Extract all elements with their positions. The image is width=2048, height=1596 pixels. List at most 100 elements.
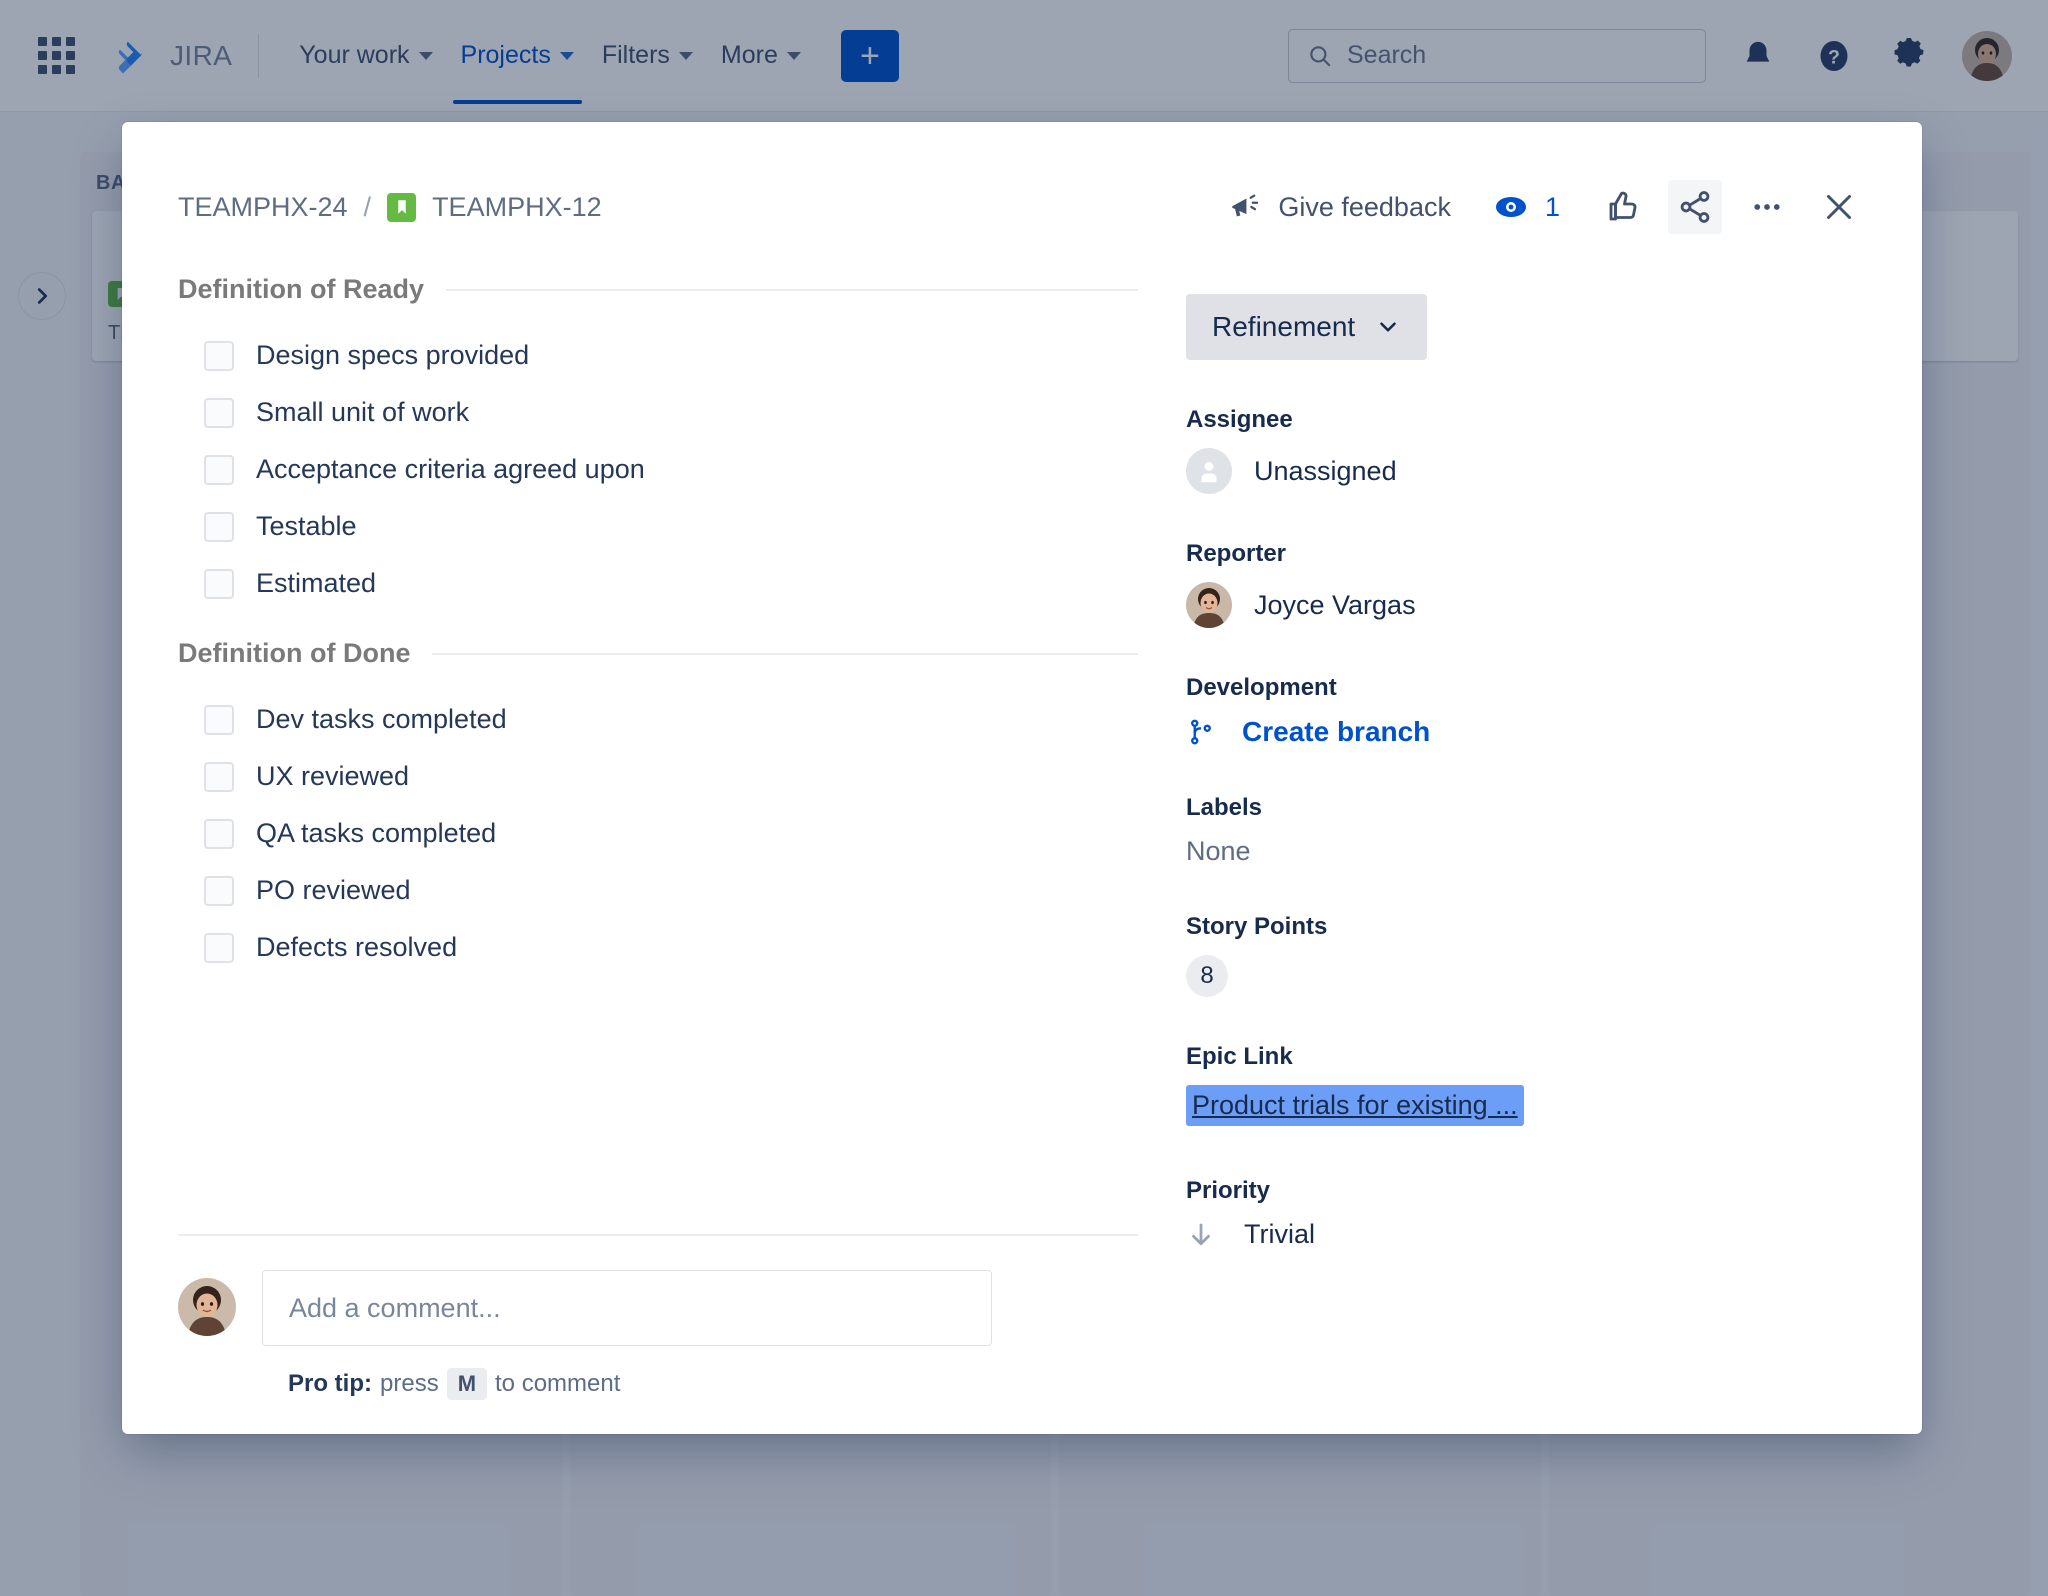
- issue-detail-modal: TEAMPHX-24 / TEAMPHX-12 Give feedback 1 …: [122, 122, 1922, 1434]
- checklist-item[interactable]: Estimated: [178, 555, 1138, 612]
- megaphone-icon: [1232, 194, 1259, 217]
- field-label: Development: [1186, 674, 1337, 701]
- checkbox[interactable]: [204, 704, 234, 735]
- checklist-item[interactable]: Dev tasks completed: [178, 691, 1138, 748]
- checkbox[interactable]: [204, 340, 234, 371]
- checklist-item[interactable]: Testable: [178, 498, 1138, 555]
- comment-divider: [178, 1234, 1138, 1236]
- story-icon: [387, 192, 417, 222]
- assignee-name: Unassigned: [1254, 455, 1397, 486]
- development-value: Create branch: [1186, 716, 1866, 748]
- give-feedback-button[interactable]: Give feedback: [1228, 190, 1451, 224]
- reporter-value[interactable]: Joyce Vargas: [1186, 582, 1866, 628]
- checklist-item[interactable]: UX reviewed: [178, 748, 1138, 805]
- checklist-item-label: UX reviewed: [256, 761, 410, 791]
- checklist-item[interactable]: Small unit of work: [178, 384, 1138, 441]
- share-button[interactable]: [1668, 180, 1722, 234]
- watch-count: 1: [1544, 191, 1560, 222]
- checkbox[interactable]: [204, 875, 234, 906]
- checkbox[interactable]: [204, 818, 234, 849]
- branch-icon: [1191, 719, 1211, 745]
- checklist-title: Definition of Ready: [178, 274, 425, 304]
- checkbox[interactable]: [204, 932, 234, 963]
- assignee-value[interactable]: Unassigned: [1186, 448, 1866, 494]
- story-points-value[interactable]: 8: [1186, 955, 1228, 997]
- vote-button[interactable]: [1596, 180, 1650, 234]
- avatar-image: [178, 1278, 236, 1336]
- modal-header-actions: Give feedback 1: [1228, 180, 1866, 234]
- checklist-item-label: Testable: [256, 511, 357, 541]
- comment-row: Add a comment...: [178, 1270, 1138, 1346]
- thumbs-up-icon: [1609, 191, 1637, 221]
- field-epic-link: Epic Link Product trials for existing ..…: [1186, 1043, 1866, 1131]
- checklist-item[interactable]: PO reviewed: [178, 862, 1138, 919]
- priority-value[interactable]: Trivial: [1186, 1219, 1866, 1250]
- field-labels: Labels None: [1186, 794, 1866, 867]
- avatar-image: [1186, 582, 1232, 628]
- section-divider: [432, 652, 1138, 655]
- field-label: Labels: [1186, 794, 1263, 821]
- checklist-item-label: QA tasks completed: [256, 818, 497, 848]
- modal-main-column: Definition of Ready Design specs provide…: [178, 274, 1138, 1434]
- close-button[interactable]: [1812, 180, 1866, 234]
- breadcrumb-separator: /: [363, 191, 372, 222]
- watch-eye-icon: [1495, 197, 1526, 217]
- protip-press: press: [380, 1370, 439, 1397]
- close-icon: [1827, 195, 1851, 219]
- reporter-name: Joyce Vargas: [1254, 589, 1416, 620]
- share-icon: [1680, 191, 1710, 223]
- comment-section: Add a comment... Pro tip: press M to com…: [178, 1234, 1138, 1434]
- more-options-icon: [1754, 204, 1780, 210]
- comment-placeholder: Add a comment...: [289, 1292, 501, 1323]
- chevron-down-icon: [1380, 322, 1396, 332]
- comment-input[interactable]: Add a comment...: [262, 1270, 992, 1346]
- comment-protip: Pro tip: press M to comment: [288, 1368, 1138, 1400]
- checklist-item[interactable]: Design specs provided: [178, 327, 1138, 384]
- joyce-vargas-avatar: [1186, 582, 1232, 628]
- breadcrumb-parent-link[interactable]: TEAMPHX-24: [178, 192, 348, 223]
- checklist-item-label: Acceptance criteria agreed upon: [256, 454, 645, 484]
- epic-link-value[interactable]: Product trials for existing ...: [1186, 1085, 1524, 1126]
- field-priority: Priority Trivial: [1186, 1177, 1866, 1250]
- checklist-section-header: Definition of Ready: [178, 274, 1138, 305]
- checklist-item-label: Dev tasks completed: [256, 704, 507, 734]
- field-label: Assignee: [1186, 406, 1293, 433]
- checklist-definition-of-done: Definition of Done Dev tasks completed U…: [178, 638, 1138, 976]
- field-story-points: Story Points 8: [1186, 913, 1866, 997]
- protip-suffix: to comment: [495, 1370, 621, 1397]
- checkbox[interactable]: [204, 454, 234, 485]
- bookmark-glyph: [397, 200, 406, 214]
- checklist-section-header: Definition of Done: [178, 638, 1138, 669]
- checkbox[interactable]: [204, 568, 234, 599]
- field-assignee: Assignee Unassigned: [1186, 406, 1866, 494]
- checklist-item-label: Estimated: [256, 568, 377, 598]
- labels-value[interactable]: None: [1186, 836, 1866, 867]
- arrow-down-icon: [1192, 1223, 1210, 1245]
- current-user-avatar: [178, 1278, 236, 1336]
- checkbox[interactable]: [204, 511, 234, 542]
- modal-sidebar: Refinement Assignee Unassigned Reporter …: [1186, 274, 1866, 1434]
- checklist-item[interactable]: Acceptance criteria agreed upon: [178, 441, 1138, 498]
- default-user-avatar: [1186, 448, 1232, 494]
- checklist-item-label: Design specs provided: [256, 340, 530, 370]
- breadcrumb: TEAMPHX-24 / TEAMPHX-12: [178, 192, 602, 223]
- field-label: Priority: [1186, 1177, 1271, 1204]
- status-dropdown[interactable]: Refinement: [1186, 294, 1428, 360]
- watch-button[interactable]: 1: [1491, 192, 1560, 223]
- checkbox[interactable]: [204, 397, 234, 428]
- protip-key: M: [446, 1368, 488, 1400]
- breadcrumb-current-link[interactable]: TEAMPHX-12: [432, 192, 602, 223]
- more-options-button[interactable]: [1740, 180, 1794, 234]
- person-glyph: [1201, 461, 1217, 483]
- checklist-item-label: PO reviewed: [256, 875, 411, 905]
- checklist-title: Definition of Done: [178, 638, 411, 668]
- checklist-item-label: Small unit of work: [256, 397, 470, 427]
- create-branch-link[interactable]: Create branch: [1242, 716, 1430, 748]
- protip-prefix: Pro tip:: [288, 1370, 372, 1397]
- checkbox[interactable]: [204, 761, 234, 792]
- field-development: Development Create branch: [1186, 674, 1866, 748]
- checklist-item[interactable]: QA tasks completed: [178, 805, 1138, 862]
- field-reporter: Reporter Joyce Vargas: [1186, 540, 1866, 628]
- checklist-item[interactable]: Defects resolved: [178, 919, 1138, 976]
- modal-body: Definition of Ready Design specs provide…: [122, 234, 1922, 1434]
